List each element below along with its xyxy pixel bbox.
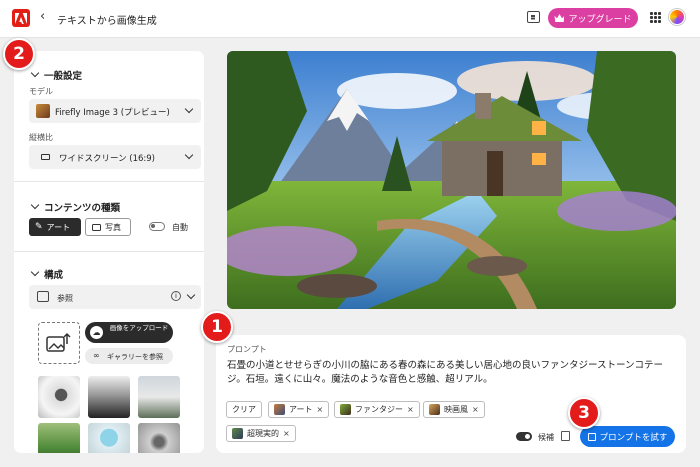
generate-icon: [587, 432, 596, 441]
reference-row[interactable]: 参照 i: [29, 285, 201, 309]
prompt-label: プロンプト: [227, 345, 267, 354]
style-tag-label: 超現実的: [247, 429, 279, 438]
reference-label: 参照: [57, 294, 73, 303]
crown-icon: [554, 14, 565, 22]
remove-tag-icon[interactable]: ×: [317, 405, 324, 414]
divider: [14, 181, 204, 182]
suggestions-info-icon[interactable]: [561, 431, 570, 441]
auto-label: 自動: [172, 223, 188, 232]
apps-grid-icon[interactable]: [650, 12, 661, 23]
model-label: モデル: [29, 87, 53, 96]
photo-button[interactable]: 写真: [85, 218, 131, 236]
auto-toggle[interactable]: [149, 222, 165, 231]
photo-label: 写真: [105, 222, 121, 232]
model-value: Firefly Image 3 (プレビュー): [55, 108, 170, 118]
gallery-thumbnail[interactable]: [38, 423, 80, 453]
style-tag-label: アート: [289, 405, 313, 414]
reference-icon: [37, 291, 49, 302]
upload-image-icon: [46, 332, 71, 352]
style-tag[interactable]: ファンタジー ×: [334, 401, 420, 418]
gallery-thumbnail[interactable]: [88, 423, 130, 453]
upload-cloud-icon: ☁: [90, 326, 103, 339]
style-tag[interactable]: アート ×: [268, 401, 330, 418]
chevron-down-icon[interactable]: [30, 68, 40, 78]
remove-tag-icon[interactable]: ×: [283, 429, 290, 438]
settings-panel: 一般設定 モデル Firefly Image 3 (プレビュー) 縦横比 ワイド…: [14, 51, 204, 453]
clear-button[interactable]: クリア: [226, 401, 262, 418]
chevron-down-icon: [184, 150, 194, 160]
chevron-down-icon[interactable]: [30, 200, 40, 210]
annotation-badge-1: 1: [201, 311, 233, 343]
remove-tag-icon[interactable]: ×: [472, 405, 479, 414]
style-tag[interactable]: 映画風 ×: [423, 401, 485, 418]
content-type-heading[interactable]: コンテンツの種類: [44, 200, 120, 214]
gallery-thumbnail[interactable]: [138, 376, 180, 418]
chevron-down-icon[interactable]: [186, 290, 196, 300]
upload-image-button[interactable]: ☁ 画像をアップロード: [85, 322, 173, 343]
gallery-thumbnail[interactable]: [88, 376, 130, 418]
generate-button[interactable]: プロンプトを試す: [580, 426, 675, 447]
chevron-down-icon: [184, 104, 194, 114]
clear-label: クリア: [232, 405, 256, 414]
suggestions-toggle[interactable]: [516, 432, 532, 441]
upgrade-button[interactable]: アップグレード: [548, 8, 638, 28]
app-header: ‹ テキストから画像生成 アップグレード: [0, 0, 700, 38]
aspect-ratio-value: ワイドスクリーン (16:9): [59, 154, 155, 164]
aspect-ratio-label: 縦横比: [29, 133, 53, 142]
browse-gallery-label: ギャラリーを参照: [107, 353, 163, 361]
general-settings-heading[interactable]: 一般設定: [44, 68, 82, 82]
avatar[interactable]: [669, 9, 685, 25]
model-thumbnail: [36, 104, 50, 118]
upload-image-label: 画像をアップロード: [109, 324, 169, 332]
gallery-thumbnail[interactable]: [38, 376, 80, 418]
image-drop-zone[interactable]: [38, 322, 80, 364]
model-select[interactable]: Firefly Image 3 (プレビュー): [29, 99, 201, 123]
annotation-badge-3: 3: [568, 397, 600, 429]
art-button[interactable]: ✎ アート: [29, 218, 81, 236]
aspect-ratio-select[interactable]: ワイドスクリーン (16:9): [29, 145, 201, 169]
feedback-chat-icon[interactable]: [527, 11, 540, 23]
generated-image[interactable]: [227, 51, 676, 309]
camera-icon: [92, 223, 101, 231]
binoculars-icon: ∞: [93, 351, 100, 360]
style-tag-label: ファンタジー: [355, 405, 403, 414]
widescreen-icon: [41, 154, 50, 160]
gallery-thumbnail[interactable]: [138, 423, 180, 453]
art-icon: ✎: [35, 222, 43, 232]
style-tag-thumbnail: [429, 404, 440, 415]
annotation-badge-2: 2: [3, 38, 35, 70]
style-tag-thumbnail: [232, 428, 243, 439]
style-tag-label: 映画風: [444, 405, 468, 414]
suggestions-label: 候補: [538, 433, 554, 442]
style-tag[interactable]: 超現実的 ×: [226, 425, 296, 442]
style-tag-thumbnail: [274, 404, 285, 415]
adobe-logo-icon[interactable]: [12, 9, 30, 27]
composition-heading[interactable]: 構成: [44, 267, 63, 281]
art-label: アート: [46, 222, 71, 232]
prompt-input[interactable]: 石畳の小道とせせらぎの小川の脇にある春の森にある美しい居心地の良いファンタジース…: [227, 359, 679, 387]
divider: [14, 251, 204, 252]
generate-label: プロンプトを試す: [599, 432, 668, 443]
info-icon[interactable]: i: [171, 291, 181, 301]
page-title: テキストから画像生成: [57, 16, 157, 27]
style-tag-thumbnail: [340, 404, 351, 415]
upgrade-label: アップグレード: [568, 14, 632, 25]
remove-tag-icon[interactable]: ×: [407, 405, 414, 414]
back-chevron-icon[interactable]: ‹: [40, 9, 45, 24]
chevron-down-icon[interactable]: [30, 267, 40, 277]
browse-gallery-button[interactable]: ∞ ギャラリーを参照: [85, 348, 173, 364]
